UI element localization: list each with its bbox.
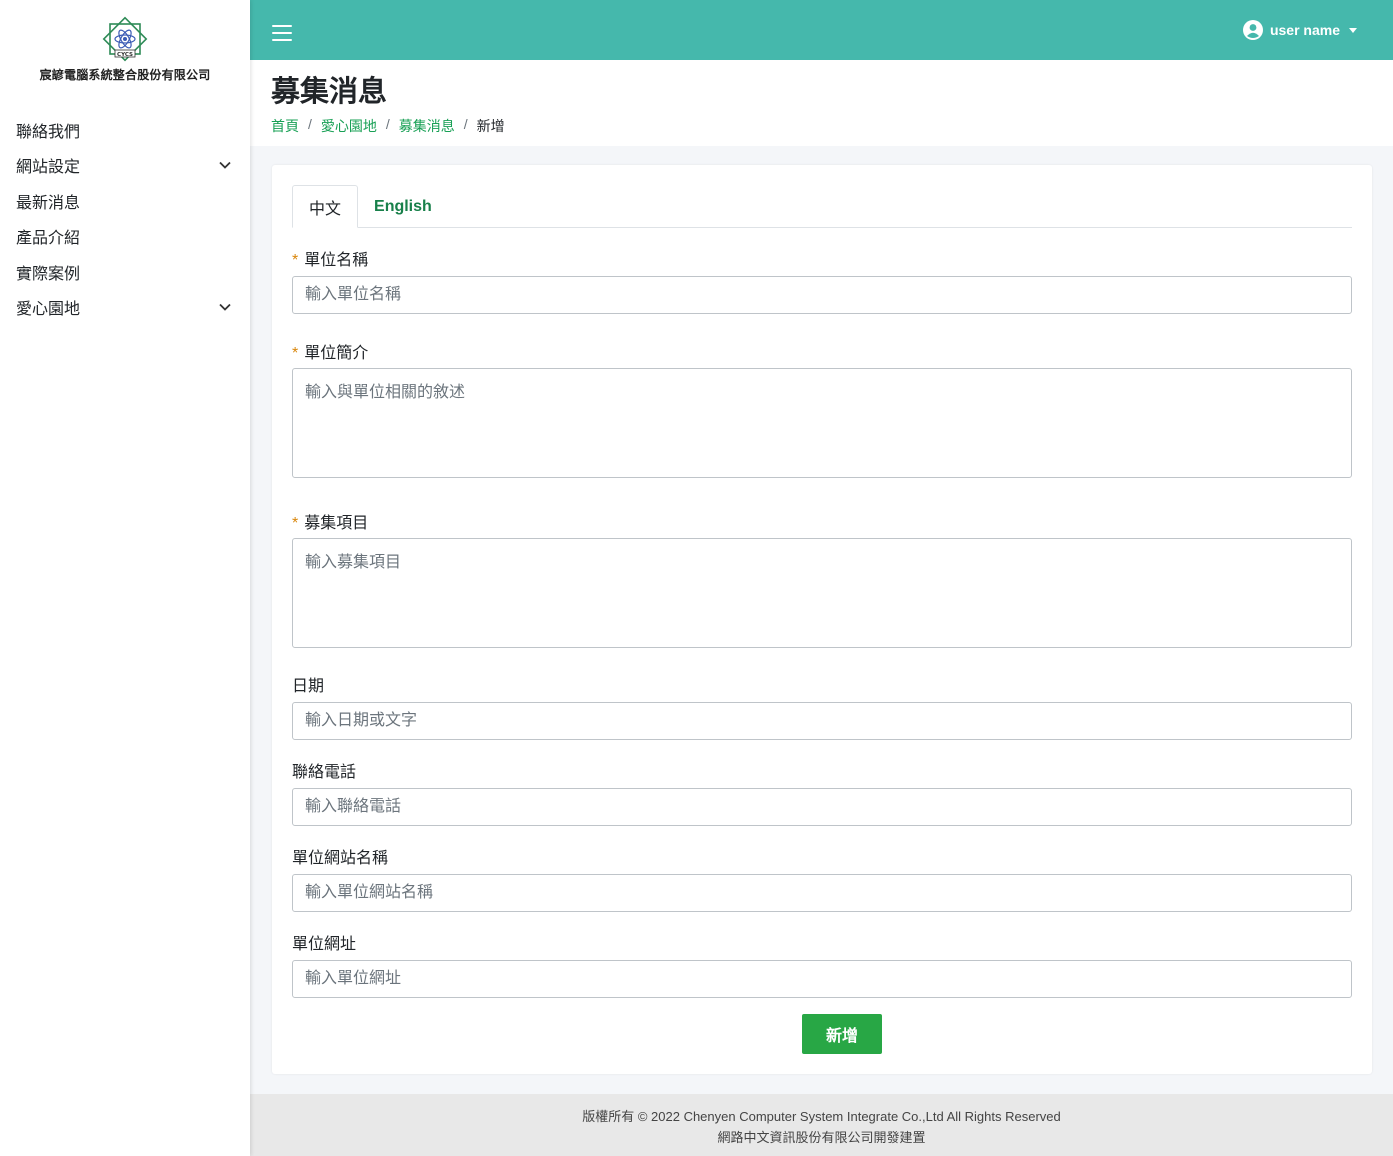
brand[interactable]: CYCS 宸諺電腦系統整合股份有限公司 [0,0,250,100]
breadcrumb-home[interactable]: 首頁 [271,118,299,134]
date-input[interactable] [292,702,1352,740]
site-name-label: 單位網站名稱 [292,850,389,867]
breadcrumb-current: 新增 [476,118,505,134]
chevron-down-icon [219,304,231,312]
breadcrumb-separator: / [308,116,312,132]
unit-name-label: * 單位名稱 [292,252,369,269]
sidebar: CYCS 宸諺電腦系統整合股份有限公司 聯絡我們 網站設定 最新消息 產品介紹 … [0,0,250,1156]
unit-name-input[interactable] [292,276,1352,314]
sidebar-item-label: 產品介紹 [16,230,81,248]
sidebar-item-cases[interactable]: 實際案例 [0,254,250,290]
site-url-input[interactable] [292,960,1352,998]
sidebar-item-charity[interactable]: 愛心園地 [0,290,250,326]
user-menu[interactable]: user name [1242,20,1357,40]
breadcrumb-charity[interactable]: 愛心園地 [321,118,377,134]
sidebar-item-contact[interactable]: 聯絡我們 [0,112,250,148]
sidebar-item-label: 實際案例 [16,265,81,283]
footer: 版權所有 © 2022 Chenyen Computer System Inte… [250,1094,1393,1156]
required-mark: * [292,515,299,532]
sidebar-nav: 聯絡我們 網站設定 最新消息 產品介紹 實際案例 愛心園地 [0,112,250,325]
logo-text: CYCS [117,52,133,58]
user-name: user name [1269,22,1340,38]
site-name-input[interactable] [292,874,1352,912]
items-label: * 募集項目 [292,515,369,532]
sidebar-item-label: 愛心園地 [16,301,81,319]
footer-copyright: 版權所有 © 2022 Chenyen Computer System Inte… [582,1109,1061,1124]
items-textarea[interactable] [292,538,1352,648]
required-mark: * [292,252,299,269]
tab-chinese[interactable]: 中文 [292,185,359,228]
sidebar-item-news[interactable]: 最新消息 [0,183,250,219]
sidebar-item-site-settings[interactable]: 網站設定 [0,148,250,184]
unit-intro-label: * 單位簡介 [292,345,369,362]
breadcrumb-separator: / [385,116,390,132]
caret-down-icon [1349,27,1357,33]
page-title: 募集消息 [271,76,388,108]
required-mark: * [292,345,299,362]
company-name: 宸諺電腦系統整合股份有限公司 [39,68,211,82]
submit-button[interactable]: 新增 [802,1014,882,1054]
language-tabs: 中文 English [292,185,1352,228]
sidebar-item-label: 最新消息 [16,194,81,212]
menu-toggle-icon[interactable] [272,25,292,41]
form-card: 中文 English *單位名稱 *單位簡介 *募集項目 日期 聯絡電話 [272,165,1372,1074]
app: CYCS 宸諺電腦系統整合股份有限公司 聯絡我們 網站設定 最新消息 產品介紹 … [0,0,1393,1156]
breadcrumb-separator: / [463,116,468,132]
sidebar-item-label: 網站設定 [16,159,81,177]
user-circle-icon [1242,20,1263,40]
content-header: 募集消息 首頁 / 愛心園地 / 募集消息 / 新增 [250,60,1393,146]
phone-label: 聯絡電話 [292,764,357,781]
tab-english[interactable]: English [358,185,448,228]
site-url-label: 單位網址 [292,936,357,953]
unit-intro-textarea[interactable] [292,368,1352,478]
breadcrumb: 首頁 / 愛心園地 / 募集消息 / 新增 [271,116,1372,136]
sidebar-item-label: 聯絡我們 [16,123,81,141]
topbar: user name [250,0,1393,60]
sidebar-item-products[interactable]: 產品介紹 [0,219,250,255]
footer-credit: 網路中文資訊股份有限公司開發建置 [717,1130,926,1145]
breadcrumb-fundraising[interactable]: 募集消息 [399,118,455,134]
phone-input[interactable] [292,788,1352,826]
chevron-down-icon [219,162,231,170]
date-label: 日期 [292,678,325,695]
company-logo-icon: CYCS [102,16,148,62]
